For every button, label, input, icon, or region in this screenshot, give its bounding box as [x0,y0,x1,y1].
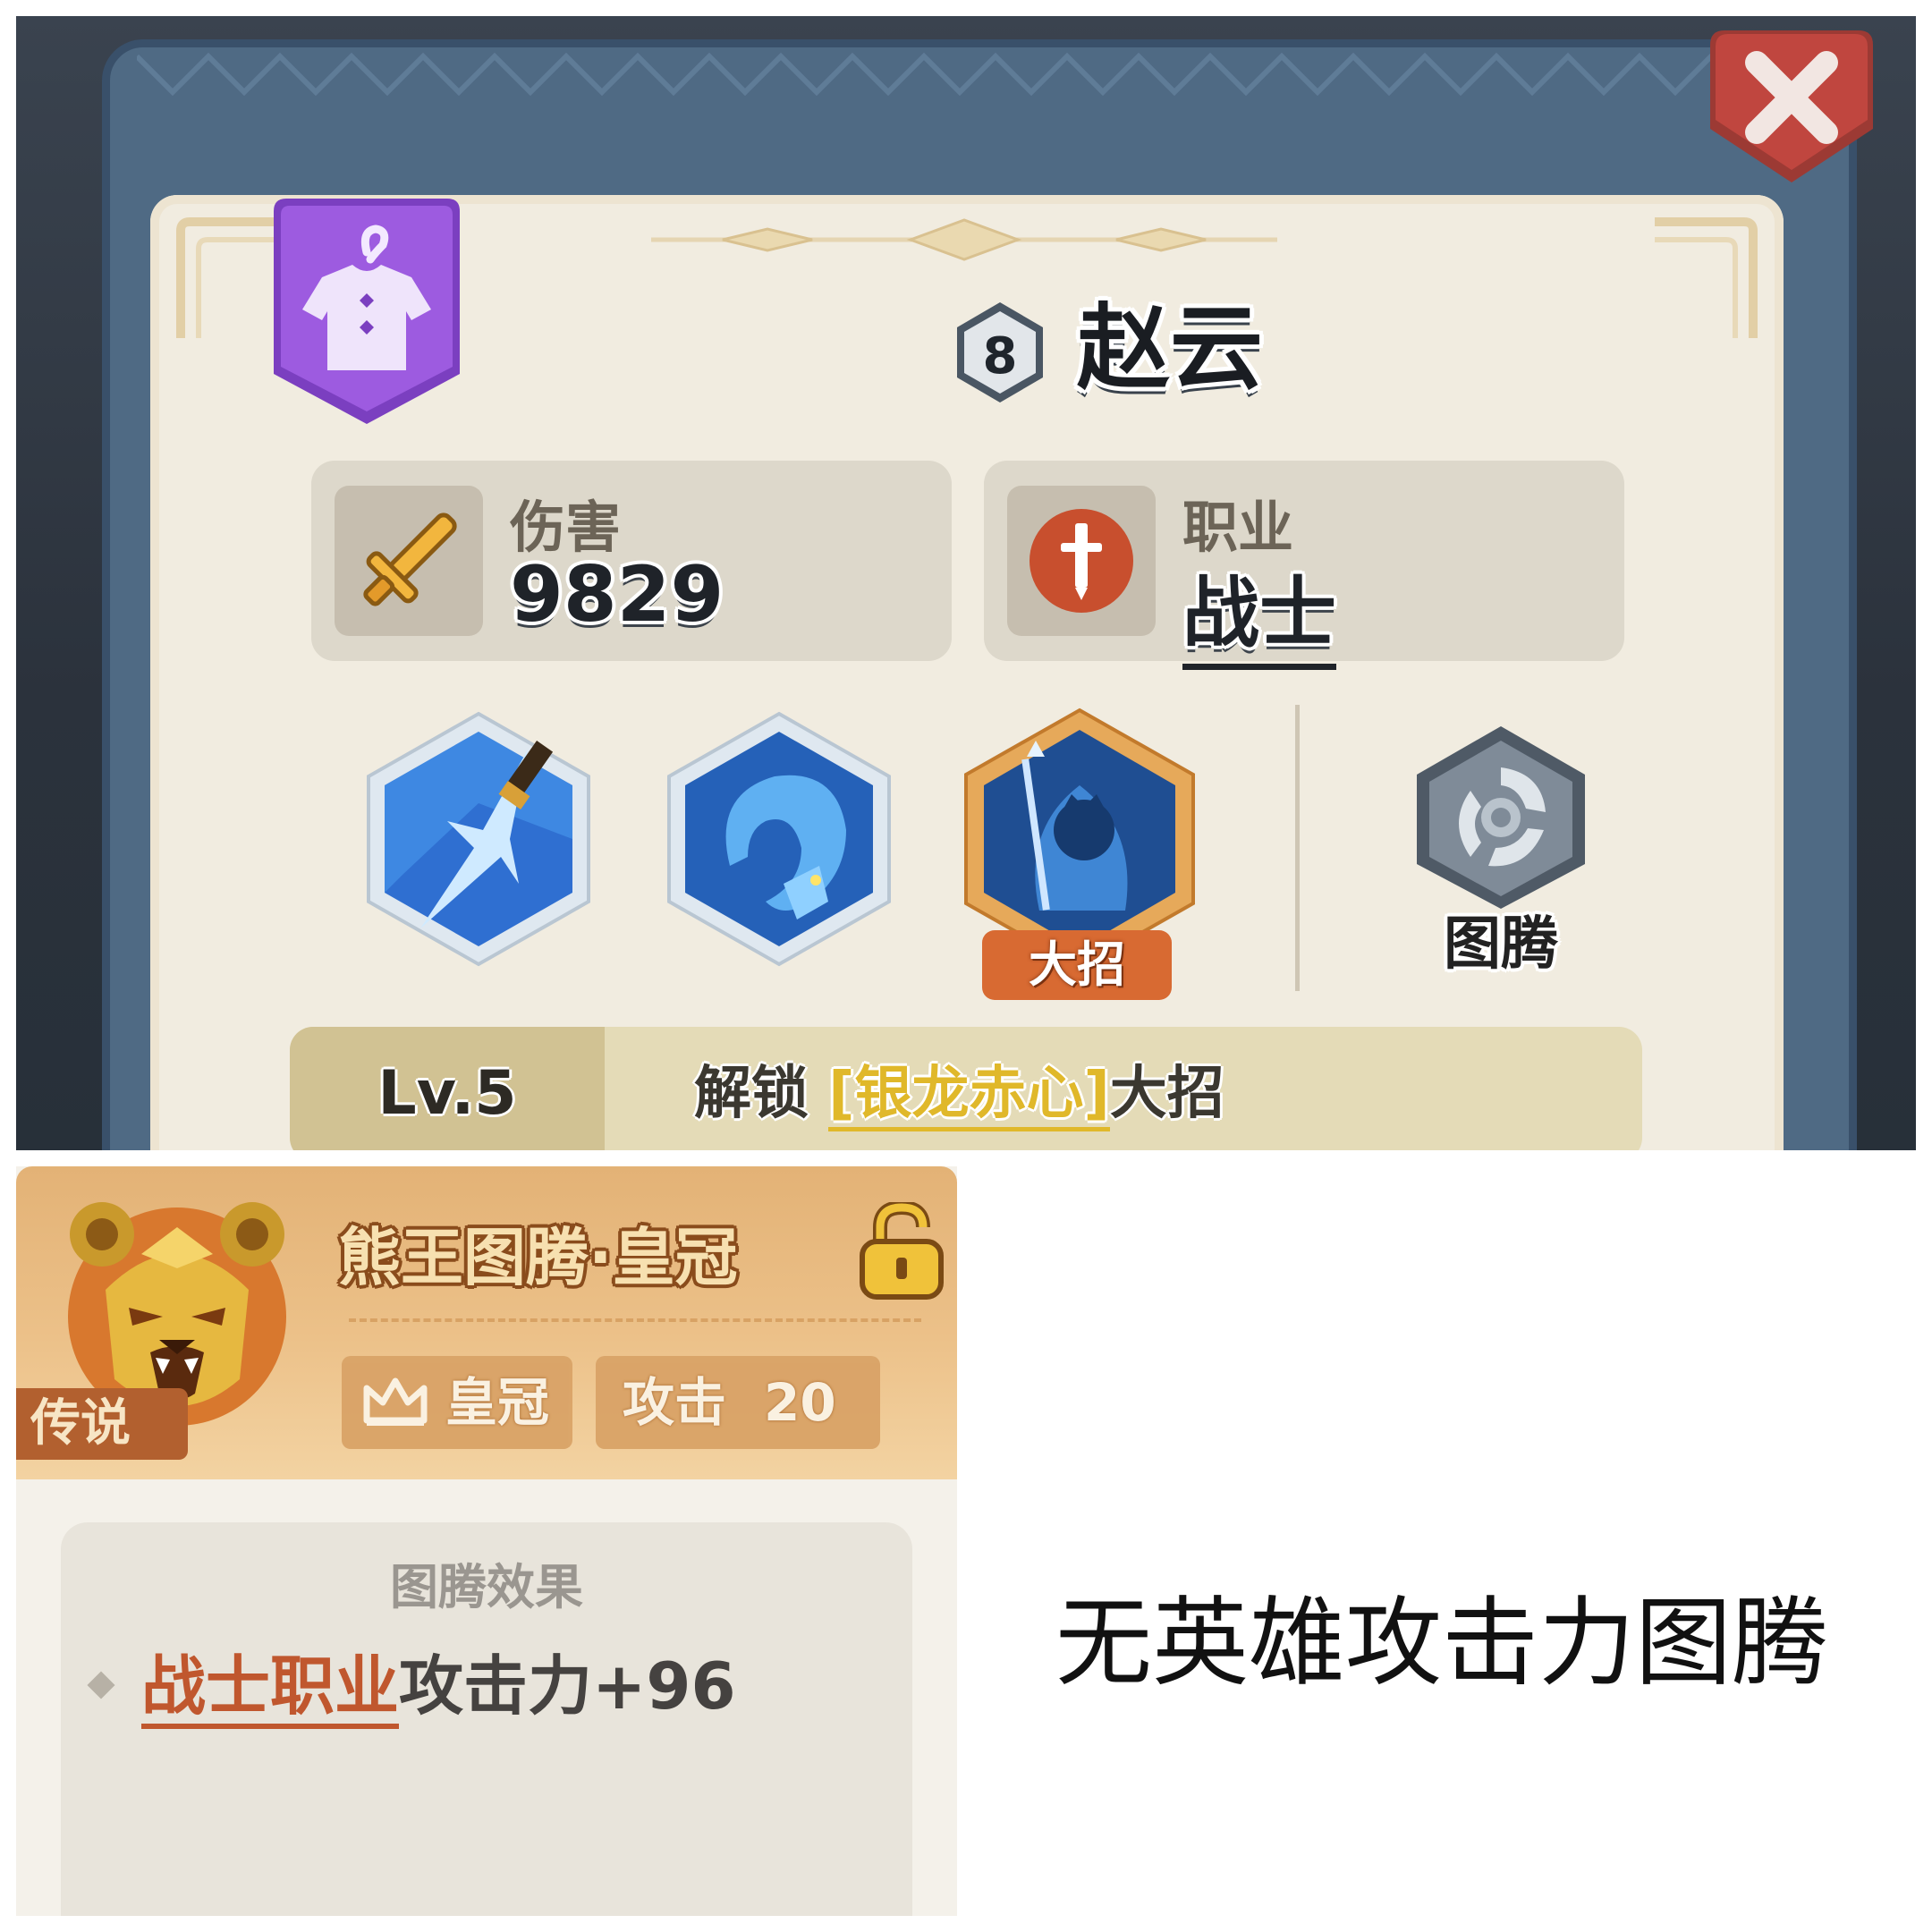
unlock-prefix: 解锁 [694,1061,809,1127]
panel-corner-ornament [1655,217,1758,338]
outfit-button[interactable] [263,195,470,428]
unlock-description: 解锁 [银龙赤心]大招 [694,1027,1224,1150]
panel-top-ornament [651,218,1277,261]
level-label: Lv.5 [377,1058,517,1129]
damage-value: 9829 [510,550,724,640]
attack-tag-value: 20 [764,1372,836,1433]
attack-tag: 攻击 20 [596,1356,880,1449]
close-icon [1710,30,1873,182]
totem-detail-card: 传说 熊王图腾·皇冠 皇冠 攻击 20 图腾效果 战士职业攻击力+96 [16,1166,957,1916]
bullet-diamond-icon [87,1671,115,1700]
effect-line: 战士职业攻击力+96 [87,1633,736,1729]
skill-divider [1295,705,1300,991]
job-icon-box [1007,486,1156,636]
effect-job-link[interactable]: 战士职业 [141,1648,400,1729]
hero-detail-screenshot: 8 赵云 伤害 9829 职业 战士 大招 图腾 Lv.5 解锁 [银龙赤心]大… [16,16,1916,1150]
sword-icon [363,513,457,606]
warrior-class-icon [1030,509,1133,613]
damage-stat-card: 伤害 9829 [311,461,952,661]
hero-name: 赵云 [1077,293,1264,402]
outfit-shirt-icon [274,199,460,424]
skill-slot-1[interactable] [349,705,608,1000]
unlock-suffix: 大招 [1109,1061,1224,1127]
level-unlock-bar: Lv.5 解锁 [银龙赤心]大招 [290,1027,1642,1150]
title-divider [349,1318,921,1322]
hero-title: 8 赵云 [946,290,1268,406]
crown-tag: 皇冠 [342,1356,572,1449]
unlock-skill-link[interactable]: [银龙赤心] [828,1061,1110,1131]
hero-level-badge: 8 [946,299,1054,406]
totem-effect-box: 图腾效果 战士职业攻击力+96 [61,1522,912,1916]
totem-card-header: 传说 熊王图腾·皇冠 皇冠 攻击 20 [16,1166,957,1479]
totem-slot[interactable]: 图腾 [1385,723,1617,982]
rarity-badge: 传说 [16,1388,188,1460]
job-stat-card[interactable]: 职业 战士 [984,461,1624,670]
caption-note: 无英雄攻击力图腾 [1055,1588,1829,1699]
swirl-totem-icon [1417,726,1585,909]
job-value[interactable]: 战士 [1182,550,1336,670]
totem-title: 熊王图腾·皇冠 [338,1221,738,1294]
unlocked-padlock-icon[interactable] [857,1202,946,1301]
hero-level-number: 8 [982,327,1018,386]
ice-dragon-skill-icon [667,711,891,967]
skill-slot-2[interactable] [649,705,909,1000]
close-button[interactable] [1698,21,1885,191]
spear-strike-skill-icon [367,711,590,967]
attack-tag-label: 攻击 [623,1372,727,1433]
crown-icon [363,1377,428,1426]
frame-zigzag-decoration [137,52,1818,97]
ultimate-tag: 大招 [982,930,1172,1000]
skill-slot-3-ultimate[interactable]: 大招 [950,705,1209,1000]
crown-tag-label: 皇冠 [445,1372,550,1433]
effect-heading: 图腾效果 [390,1559,583,1615]
totem-label: 图腾 [1444,911,1558,978]
damage-icon-box [335,486,483,636]
effect-text: 攻击力+96 [399,1648,736,1724]
